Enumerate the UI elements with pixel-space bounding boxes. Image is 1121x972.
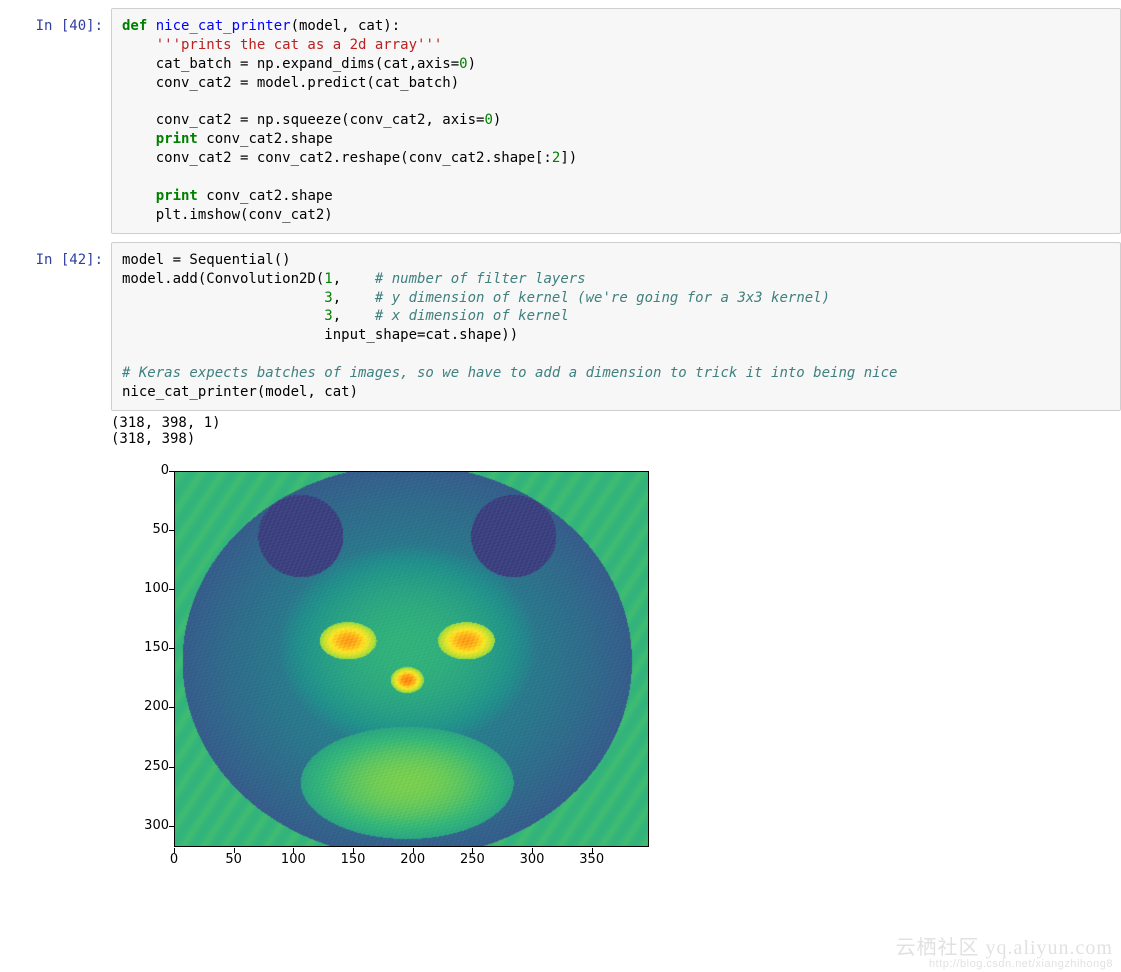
x-tick-label: 50	[225, 852, 242, 867]
code-input-area[interactable]: def nice_cat_printer(model, cat): '''pri…	[111, 8, 1121, 234]
cell-output-text: (318, 398, 1) (318, 398)	[111, 411, 1121, 447]
matplotlib-figure: 0 50 100 150 200 250 300 0 50 100 150 200 250 300 350	[111, 465, 667, 867]
code-input-area[interactable]: model = Sequential() model.add(Convoluti…	[111, 242, 1121, 411]
code-cell-40: In [40]: def nice_cat_printer(model, cat…	[0, 8, 1121, 234]
x-tick-label: 200	[400, 852, 425, 867]
code-block[interactable]: def nice_cat_printer(model, cat): '''pri…	[122, 17, 1110, 225]
plot-axes	[174, 471, 649, 847]
x-tick-label: 150	[341, 852, 366, 867]
heatmap-image	[175, 472, 648, 846]
x-tick-label: 100	[281, 852, 306, 867]
y-tick-label: 50	[111, 522, 169, 537]
y-tick-label: 0	[111, 463, 169, 478]
x-tick-label: 0	[170, 852, 178, 867]
y-tick-label: 100	[111, 581, 169, 596]
watermark-line2: http://blog.csdn.net/xiangzhihong8	[896, 958, 1113, 970]
x-tick-label: 350	[579, 852, 604, 867]
y-tick-label: 300	[111, 818, 169, 833]
cell-body: model = Sequential() model.add(Convoluti…	[111, 242, 1121, 867]
x-tick-label: 300	[520, 852, 545, 867]
y-tick-label: 250	[111, 759, 169, 774]
input-prompt: In [40]:	[0, 8, 111, 234]
x-tick-label: 250	[460, 852, 485, 867]
y-tick-label: 150	[111, 640, 169, 655]
input-prompt: In [42]:	[0, 242, 111, 867]
watermark: 云栖社区 yq.aliyun.com http://blog.csdn.net/…	[896, 931, 1113, 970]
watermark-line1: 云栖社区 yq.aliyun.com	[896, 937, 1113, 959]
y-tick-label: 200	[111, 699, 169, 714]
code-cell-42: In [42]: model = Sequential() model.add(…	[0, 242, 1121, 867]
code-block[interactable]: model = Sequential() model.add(Convoluti…	[122, 251, 1110, 402]
jupyter-notebook: In [40]: def nice_cat_printer(model, cat…	[0, 0, 1121, 867]
cell-body: def nice_cat_printer(model, cat): '''pri…	[111, 8, 1121, 234]
